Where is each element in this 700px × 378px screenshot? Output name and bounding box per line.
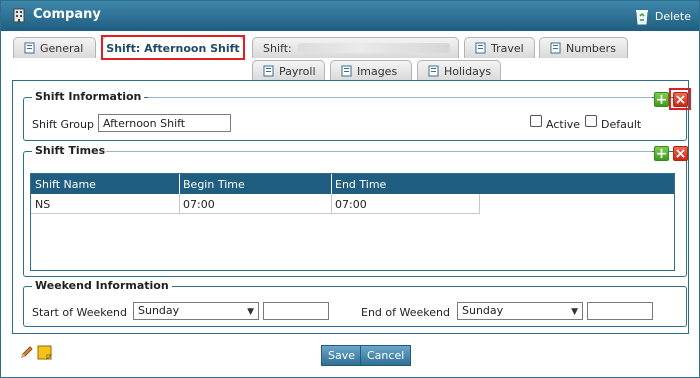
end-of-weekend-select[interactable]: Sunday ▼ (457, 302, 583, 320)
default-label: Default (601, 118, 642, 131)
active-label: Active (546, 118, 581, 131)
tab-general[interactable]: General (13, 37, 96, 58)
tab-label: Holidays (444, 64, 492, 78)
section-rule (148, 97, 652, 98)
start-of-weekend-time-input[interactable] (263, 302, 329, 320)
start-of-weekend-select[interactable]: Sunday ▼ (133, 302, 259, 320)
default-checkbox[interactable] (585, 115, 597, 127)
shift-group-input[interactable] (98, 114, 231, 132)
page-icon (550, 42, 561, 54)
tab-holidays[interactable]: Holidays (417, 60, 501, 81)
page-icon (428, 65, 439, 77)
end-of-weekend-time-input[interactable] (587, 302, 653, 320)
delete-button[interactable]: Delete (633, 6, 691, 26)
sticky-note-icon[interactable] (37, 345, 52, 360)
page-icon (475, 42, 486, 54)
active-checkbox[interactable] (530, 115, 542, 127)
add-shift-button[interactable]: + (654, 92, 669, 107)
shift-information-legend: Shift Information (32, 90, 145, 103)
cell-divider (479, 194, 480, 214)
redacted-text (297, 43, 450, 53)
title-bar: Company Delete (1, 1, 699, 31)
tab-highlight-outline (101, 35, 245, 60)
page-icon (24, 42, 35, 54)
tab-shift-other[interactable]: Shift: (252, 37, 459, 58)
end-of-weekend-value: Sunday (462, 304, 504, 317)
section-rule (106, 151, 652, 152)
recycle-bin-icon (635, 10, 648, 25)
table-row[interactable]: NS 07:00 07:00 (31, 194, 480, 214)
column-header-end-time[interactable]: End Time (335, 178, 386, 191)
chevron-down-icon: ▼ (247, 307, 254, 317)
cell-begin-time: 07:00 (183, 198, 215, 211)
cell-end-time: 07:00 (335, 198, 367, 211)
chevron-down-icon: ▼ (571, 307, 578, 317)
shift-times-section: Shift Times + × Shift Name Begin Time En… (23, 144, 688, 277)
save-button[interactable]: Save (321, 345, 363, 366)
tab-numbers[interactable]: Numbers (539, 37, 628, 58)
weekend-information-legend: Weekend Information (32, 279, 172, 292)
weekend-information-section: Weekend Information Start of Weekend Sun… (23, 279, 687, 327)
shift-times-grid: Shift Name Begin Time End Time NS 07:00 … (30, 173, 675, 271)
column-divider (331, 174, 332, 194)
delete-highlight-outline (669, 88, 691, 110)
company-window: Company Delete General Shift: Afternoon … (0, 0, 700, 378)
tab-label: Travel (491, 41, 524, 55)
window-title: Company (33, 7, 101, 22)
tab-images[interactable]: Images (330, 60, 412, 81)
shift-information-section: Shift Information + × Shift Group Active… (23, 88, 691, 141)
delete-label: Delete (654, 9, 691, 23)
tab-label: Shift: (263, 41, 292, 55)
tab-label: Payroll (279, 64, 316, 78)
building-icon (13, 8, 25, 23)
tab-label: General (40, 41, 84, 55)
shift-times-legend: Shift Times (32, 144, 109, 157)
tab-label: Images (357, 64, 398, 78)
page-icon (341, 65, 352, 77)
column-header-begin-time[interactable]: Begin Time (183, 178, 245, 191)
cell-divider (179, 194, 180, 214)
cell-shift-name: NS (35, 198, 51, 211)
grid-header: Shift Name Begin Time End Time (31, 174, 674, 194)
delete-shift-time-button[interactable]: × (673, 146, 688, 161)
start-of-weekend-label: Start of Weekend (32, 306, 127, 319)
shift-group-label: Shift Group (32, 118, 94, 131)
end-of-weekend-label: End of Weekend (361, 306, 450, 319)
cell-divider (331, 194, 332, 214)
page-icon (263, 65, 274, 77)
pencil-icon[interactable] (20, 345, 34, 359)
add-shift-time-button[interactable]: + (654, 146, 669, 161)
cancel-button[interactable]: Cancel (360, 345, 412, 366)
column-header-shift-name[interactable]: Shift Name (35, 178, 96, 191)
tab-content-panel: Shift Information + × Shift Group Active… (12, 80, 691, 334)
tab-travel[interactable]: Travel (464, 37, 535, 58)
tab-payroll[interactable]: Payroll (252, 60, 325, 81)
tab-label: Numbers (566, 41, 616, 55)
start-of-weekend-value: Sunday (138, 304, 180, 317)
column-divider (179, 174, 180, 194)
